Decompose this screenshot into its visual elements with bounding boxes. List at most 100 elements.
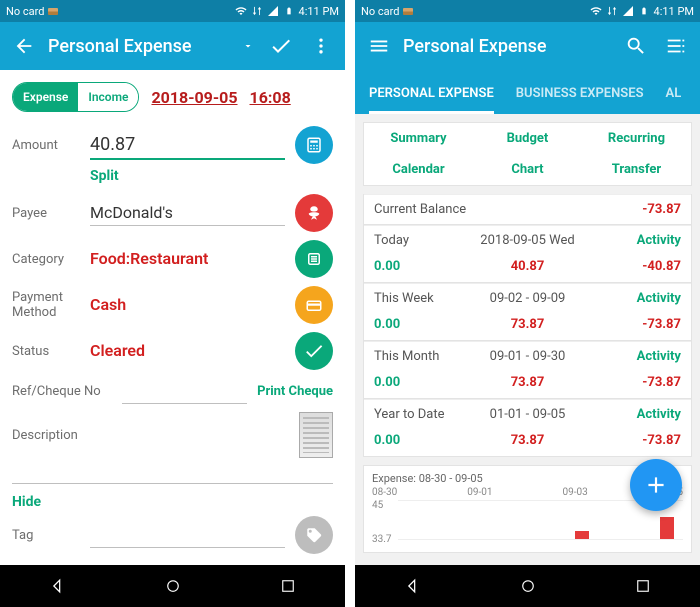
battery-icon	[283, 5, 295, 17]
chart-tick: 08-30	[372, 487, 397, 498]
tag-icon[interactable]	[295, 516, 333, 554]
period-card[interactable]: This Week09-02 - 09-09Activity0.0073.87-…	[363, 283, 692, 341]
android-nav-bar	[0, 565, 345, 607]
payee-icon[interactable]	[295, 194, 333, 232]
dropdown-icon[interactable]	[239, 30, 257, 62]
balance-value: -73.87	[528, 202, 682, 217]
nav-home-icon[interactable]	[164, 577, 182, 595]
calculator-button[interactable]	[295, 126, 333, 164]
split-link[interactable]: Split	[90, 168, 119, 184]
period-range: 09-02 - 09-09	[476, 291, 578, 306]
period-range: 09-01 - 09-30	[476, 349, 578, 364]
receipt-thumbnail[interactable]	[299, 412, 333, 458]
nav-home-icon[interactable]	[519, 577, 537, 595]
method-field[interactable]: Cash	[90, 292, 285, 318]
chart-tick: 09-01	[467, 487, 492, 498]
payee-input[interactable]: McDonald's	[90, 200, 285, 226]
ref-input[interactable]	[122, 378, 247, 404]
menu-recurring[interactable]: Recurring	[582, 123, 691, 154]
tag-input[interactable]	[90, 522, 285, 548]
period-activity-link[interactable]: Activity	[579, 407, 681, 422]
period-income: 0.00	[374, 375, 476, 390]
app-bar: Personal Expense	[0, 22, 345, 70]
period-card[interactable]: This Month09-01 - 09-30Activity0.0073.87…	[363, 341, 692, 399]
period-net: -40.87	[579, 259, 681, 274]
period-range: 01-01 - 09-05	[476, 407, 578, 422]
list-settings-icon[interactable]	[660, 30, 692, 62]
amount-input[interactable]: 40.87	[90, 131, 285, 160]
category-label: Category	[12, 252, 80, 267]
period-income: 0.00	[374, 259, 476, 274]
chart-bar	[575, 531, 589, 539]
app-bar: Personal Expense	[355, 22, 700, 70]
status-time: 4:11 PM	[299, 5, 339, 18]
tab-personal[interactable]: PERSONAL EXPENSE	[369, 86, 494, 114]
menu-budget[interactable]: Budget	[473, 123, 582, 154]
appbar-title[interactable]: Personal Expense	[48, 36, 231, 57]
period-income: 0.00	[374, 433, 476, 448]
back-icon[interactable]	[8, 30, 40, 62]
method-label: Payment Method	[12, 290, 80, 320]
date-field[interactable]: 2018-09-05	[151, 88, 237, 107]
period-title: Today	[374, 233, 476, 248]
period-net: -73.87	[579, 317, 681, 332]
period-card[interactable]: Today2018-09-05 WedActivity0.0040.87-40.…	[363, 225, 692, 283]
section-menu: Summary Budget Recurring Calendar Chart …	[363, 122, 692, 186]
status-label: Status	[12, 344, 80, 359]
menu-calendar[interactable]: Calendar	[364, 154, 473, 185]
type-expense[interactable]: Expense	[13, 83, 78, 111]
menu-chart[interactable]: Chart	[473, 154, 582, 185]
wifi-icon	[235, 5, 247, 17]
wifi-icon	[590, 5, 602, 17]
period-title: This Week	[374, 291, 476, 306]
hide-link[interactable]: Hide	[12, 494, 41, 510]
confirm-button[interactable]	[265, 30, 297, 62]
type-toggle[interactable]: Expense Income	[12, 82, 139, 112]
search-icon[interactable]	[620, 30, 652, 62]
add-transaction-fab[interactable]	[630, 459, 682, 511]
balance-card[interactable]: Current Balance -73.87	[363, 194, 692, 225]
time-field[interactable]: 16:08	[250, 88, 291, 107]
appbar-title: Personal Expense	[403, 36, 612, 57]
menu-summary[interactable]: Summary	[364, 123, 473, 154]
battery-icon	[638, 5, 650, 17]
period-expense: 73.87	[476, 375, 578, 390]
overflow-menu-icon[interactable]	[305, 30, 337, 62]
payment-method-icon[interactable]	[295, 286, 333, 324]
status-icon[interactable]	[295, 332, 333, 370]
menu-transfer[interactable]: Transfer	[582, 154, 691, 185]
description-label: Description	[12, 428, 90, 443]
period-expense: 73.87	[476, 433, 578, 448]
sim-card-icon	[48, 8, 58, 15]
category-field[interactable]: Food:Restaurant	[90, 246, 285, 272]
tab-all[interactable]: AL	[666, 86, 682, 114]
menu-icon[interactable]	[363, 30, 395, 62]
phone-summary: No card 4:11 PM Personal Expense	[355, 0, 700, 607]
amount-label: Amount	[12, 138, 80, 153]
description-input[interactable]	[12, 458, 333, 484]
period-activity-link[interactable]: Activity	[579, 291, 681, 306]
print-cheque-link[interactable]: Print Cheque	[257, 384, 333, 399]
period-expense: 73.87	[476, 317, 578, 332]
period-activity-link[interactable]: Activity	[579, 233, 681, 248]
nav-recent-icon[interactable]	[279, 577, 297, 595]
nav-back-icon[interactable]	[403, 576, 423, 596]
signal-icon	[267, 5, 279, 17]
type-income[interactable]: Income	[78, 83, 138, 111]
signal-icon	[622, 5, 634, 17]
period-net: -73.87	[579, 375, 681, 390]
status-bar: No card 4:11 PM	[0, 0, 345, 22]
chart-ylabel: 45	[372, 500, 383, 511]
status-field[interactable]: Cleared	[90, 338, 285, 364]
chart-ylabel: 33.7	[372, 534, 392, 545]
nav-recent-icon[interactable]	[634, 577, 652, 595]
mobile-data-icon	[251, 5, 263, 17]
status-no-card: No card	[6, 5, 44, 18]
period-card[interactable]: Year to Date01-01 - 09-05Activity0.0073.…	[363, 399, 692, 457]
period-expense: 40.87	[476, 259, 578, 274]
period-activity-link[interactable]: Activity	[579, 349, 681, 364]
category-icon[interactable]	[295, 240, 333, 278]
nav-back-icon[interactable]	[48, 576, 68, 596]
account-tabs: PERSONAL EXPENSE BUSINESS EXPENSES AL	[355, 70, 700, 114]
tab-business[interactable]: BUSINESS EXPENSES	[516, 86, 644, 114]
